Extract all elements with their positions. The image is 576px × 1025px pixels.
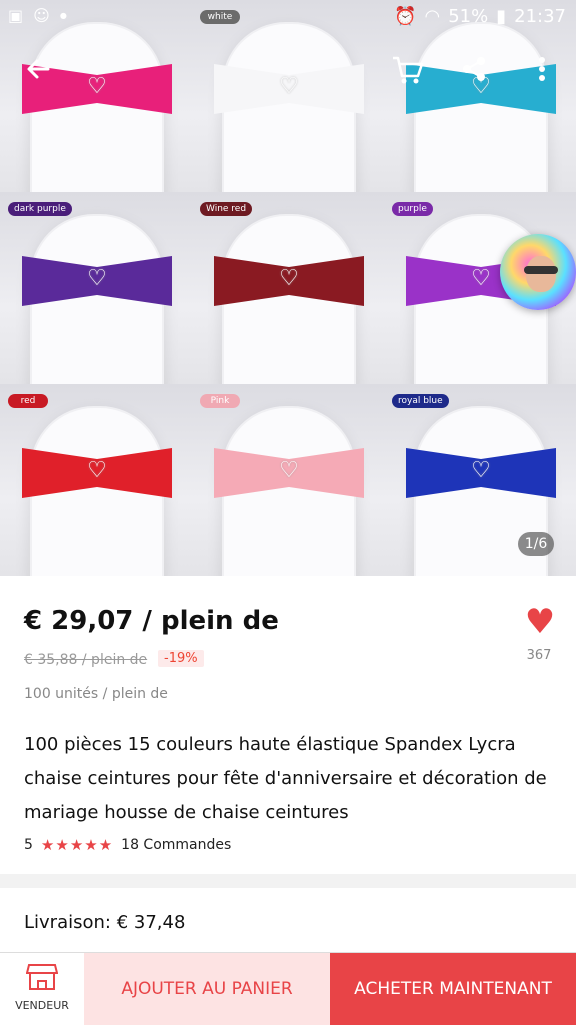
gallery-tile[interactable]: ♡ Pink (192, 384, 384, 576)
clock: 21:37 (514, 6, 566, 27)
discount-badge: -19% (158, 650, 204, 667)
heart-buckle-icon: ♡ (279, 74, 299, 99)
status-bar: ▣ ☺ ● ⏰ ◠ 51% ▮ 21:37 (0, 0, 576, 36)
product-price: € 29,07 / plein de (24, 606, 279, 636)
gallery-tile[interactable]: ♡ Wine red (192, 192, 384, 384)
heart-buckle-icon: ♡ (87, 266, 107, 291)
color-label-tag: dark purple (8, 202, 72, 216)
color-label-tag: purple (392, 202, 433, 216)
add-to-cart-button[interactable]: AJOUTER AU PANIER (84, 953, 330, 1025)
delivery-section[interactable]: Livraison: € 37,48 (0, 888, 576, 958)
color-label-tag: royal blue (392, 394, 449, 408)
product-info-card: € 29,07 / plein de € 35,88 / plein de -1… (0, 576, 576, 874)
heart-buckle-icon: ♡ (87, 74, 107, 99)
rating-row[interactable]: 5 ★★★★★ 18 Commandes (24, 836, 231, 854)
gallery-notification-icon: ▣ (8, 6, 24, 25)
vendor-label: VENDEUR (15, 999, 69, 1012)
gallery-tile[interactable]: ♡ red (0, 384, 192, 576)
avatar-glasses (524, 266, 558, 274)
more-options-icon[interactable] (522, 54, 562, 94)
heart-buckle-icon: ♡ (279, 458, 299, 483)
product-title: 100 pièces 15 couleurs haute élastique S… (24, 734, 547, 823)
bottom-action-bar: VENDEUR AJOUTER AU PANIER ACHETER MAINTE… (0, 952, 576, 1025)
orders-count: 18 Commandes (121, 837, 232, 853)
store-icon (25, 963, 59, 991)
back-arrow-icon[interactable] (18, 54, 58, 94)
heart-buckle-icon: ♡ (87, 458, 107, 483)
vendor-button[interactable]: VENDEUR (0, 953, 84, 1025)
rating-stars-icon: ★★★★★ (40, 836, 114, 854)
alarm-icon: ⏰ (394, 6, 417, 27)
chat-head-avatar[interactable] (500, 234, 576, 310)
avatar-face (526, 256, 556, 292)
color-label-tag: red (8, 394, 48, 408)
dot-notification-icon: ● (59, 11, 67, 20)
battery-percentage: 51% (448, 6, 489, 27)
wifi-icon: ◠ (424, 6, 441, 27)
buy-now-button[interactable]: ACHETER MAINTENANT (330, 953, 576, 1025)
image-page-indicator: 1/6 (518, 532, 554, 556)
snapchat-notification-icon: ☺ (33, 6, 50, 25)
original-price: € 35,88 / plein de (24, 652, 148, 668)
color-label-tag: Pink (200, 394, 240, 408)
rating-value: 5 (24, 837, 33, 853)
share-icon[interactable] (454, 54, 494, 94)
unit-info: 100 unités / plein de (24, 686, 168, 702)
delivery-price: Livraison: € 37,48 (24, 912, 186, 933)
color-label-tag: Wine red (200, 202, 253, 216)
battery-icon: ▮ (496, 6, 507, 27)
heart-buckle-icon: ♡ (471, 458, 491, 483)
wishlist-heart-icon[interactable]: ♥ (522, 604, 558, 640)
heart-buckle-icon: ♡ (471, 266, 491, 291)
wishlist-count: 367 (526, 648, 552, 663)
heart-buckle-icon: ♡ (279, 266, 299, 291)
cart-icon[interactable] (388, 54, 428, 94)
gallery-tile[interactable]: ♡ dark purple (0, 192, 192, 384)
